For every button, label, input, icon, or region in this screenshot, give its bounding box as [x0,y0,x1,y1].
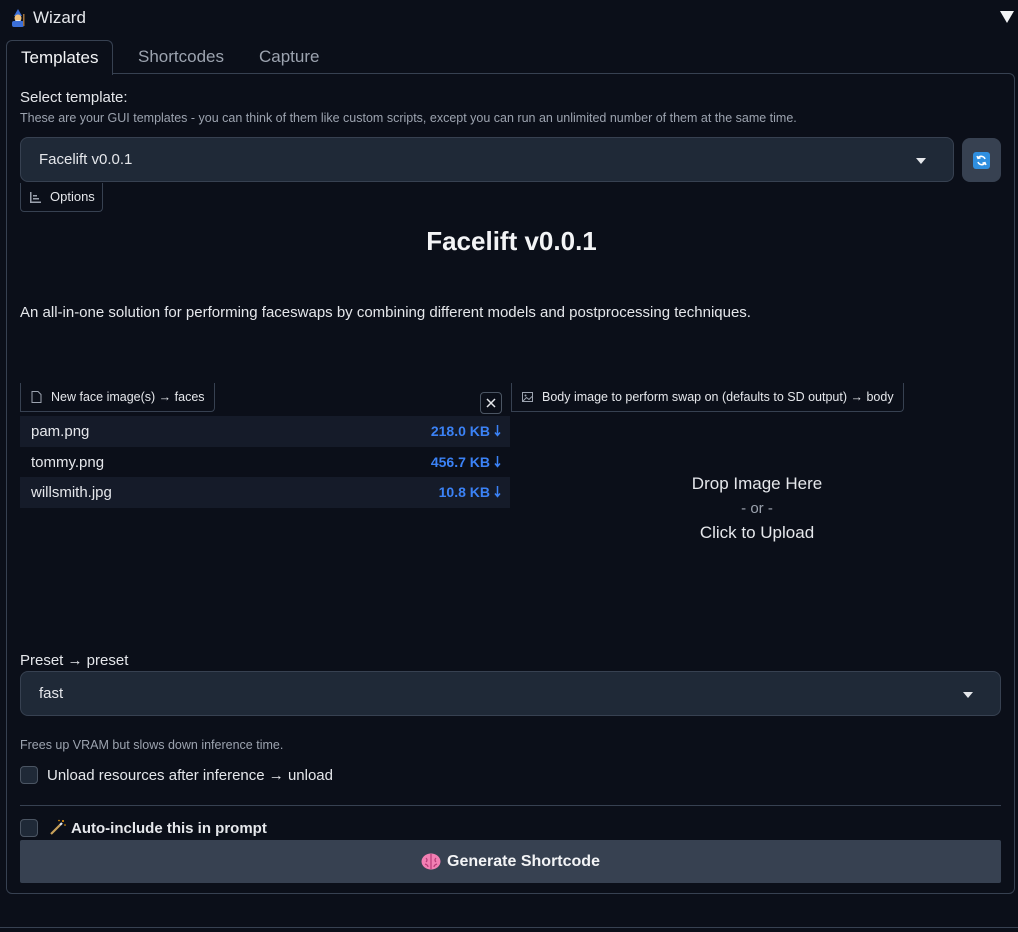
preset-dropdown-value: fast [39,685,64,702]
file-name: willsmith.jpg [31,484,112,501]
select-template-info: These are your GUI templates - you can t… [20,111,797,125]
tab-shortcodes[interactable]: Shortcodes [124,40,238,74]
faces-file-list: pam.png 218.0 KB tommy.png 456.7 KB will… [20,416,510,508]
download-icon[interactable] [494,486,501,498]
tab-templates[interactable]: Templates [6,40,114,75]
download-icon[interactable] [494,455,501,468]
download-icon[interactable] [494,425,501,437]
close-icon [486,398,496,408]
options-icon [30,192,41,203]
auto-include-checkbox[interactable] [20,819,38,837]
wizard-accordion-header[interactable]: Wizard [0,0,1018,36]
file-size-download-link[interactable]: 456.7 KB [431,454,490,470]
file-icon [31,391,42,403]
generate-shortcode-button[interactable]: Generate Shortcode [20,840,1001,883]
drop-image-text: Drop Image Here [691,474,823,493]
file-row: pam.png 218.0 KB [20,416,510,447]
preset-label: Preset → preset [20,652,129,669]
click-to-upload-text: Click to Upload [699,523,815,542]
divider [20,805,1001,806]
chevron-down-icon [963,692,973,698]
template-dropdown[interactable]: Facelift v0.0.1 [20,137,954,182]
file-size-download-link[interactable]: 10.8 KB [439,484,490,500]
options-tab[interactable]: Options [20,183,103,212]
file-name: tommy.png [31,453,105,471]
options-label: Options [50,189,95,204]
file-row: willsmith.jpg 10.8 KB [20,477,510,508]
unload-info: Frees up VRAM but slows down inference t… [20,738,284,752]
preset-dropdown[interactable]: fast [20,671,1001,716]
bottom-divider [0,927,1018,928]
image-icon [522,392,533,402]
templates-tab-content: Select template: These are your GUI temp… [6,73,1015,894]
chevron-down-icon [916,158,926,164]
wizard-panel: Templates Shortcodes Capture Select temp… [6,40,1015,894]
brain-icon [421,853,441,870]
accordion-title: Wizard [33,8,86,27]
clear-files-button[interactable] [480,392,502,414]
tab-bar: Templates Shortcodes Capture [6,40,1015,75]
template-description: An all-in-one solution for performing fa… [20,304,751,321]
unload-label: Unload resources after inference → unloa… [47,767,333,784]
magic-wand-icon [50,819,66,835]
file-size-download-link[interactable]: 218.0 KB [431,423,490,439]
select-template-label: Select template: [20,89,128,106]
template-dropdown-value: Facelift v0.0.1 [39,151,133,168]
wizard-icon [12,9,25,27]
refresh-button[interactable] [962,138,1001,182]
tab-capture[interactable]: Capture [245,40,333,74]
file-name: pam.png [31,423,90,440]
or-text: - or - [741,500,773,517]
template-title: Facelift v0.0.1 [426,226,597,256]
faces-block-label: New face image(s) → faces [20,383,215,412]
file-row: tommy.png 456.7 KB [20,447,510,478]
refresh-icon [973,151,990,169]
auto-include-label: Auto-include this in prompt [71,820,267,837]
body-block-label: Body image to perform swap on (defaults … [511,383,904,412]
collapse-triangle-icon[interactable] [1000,11,1014,23]
image-drop-zone[interactable]: Drop Image Here - or - Click to Upload [517,474,997,543]
unload-checkbox[interactable] [20,766,38,784]
